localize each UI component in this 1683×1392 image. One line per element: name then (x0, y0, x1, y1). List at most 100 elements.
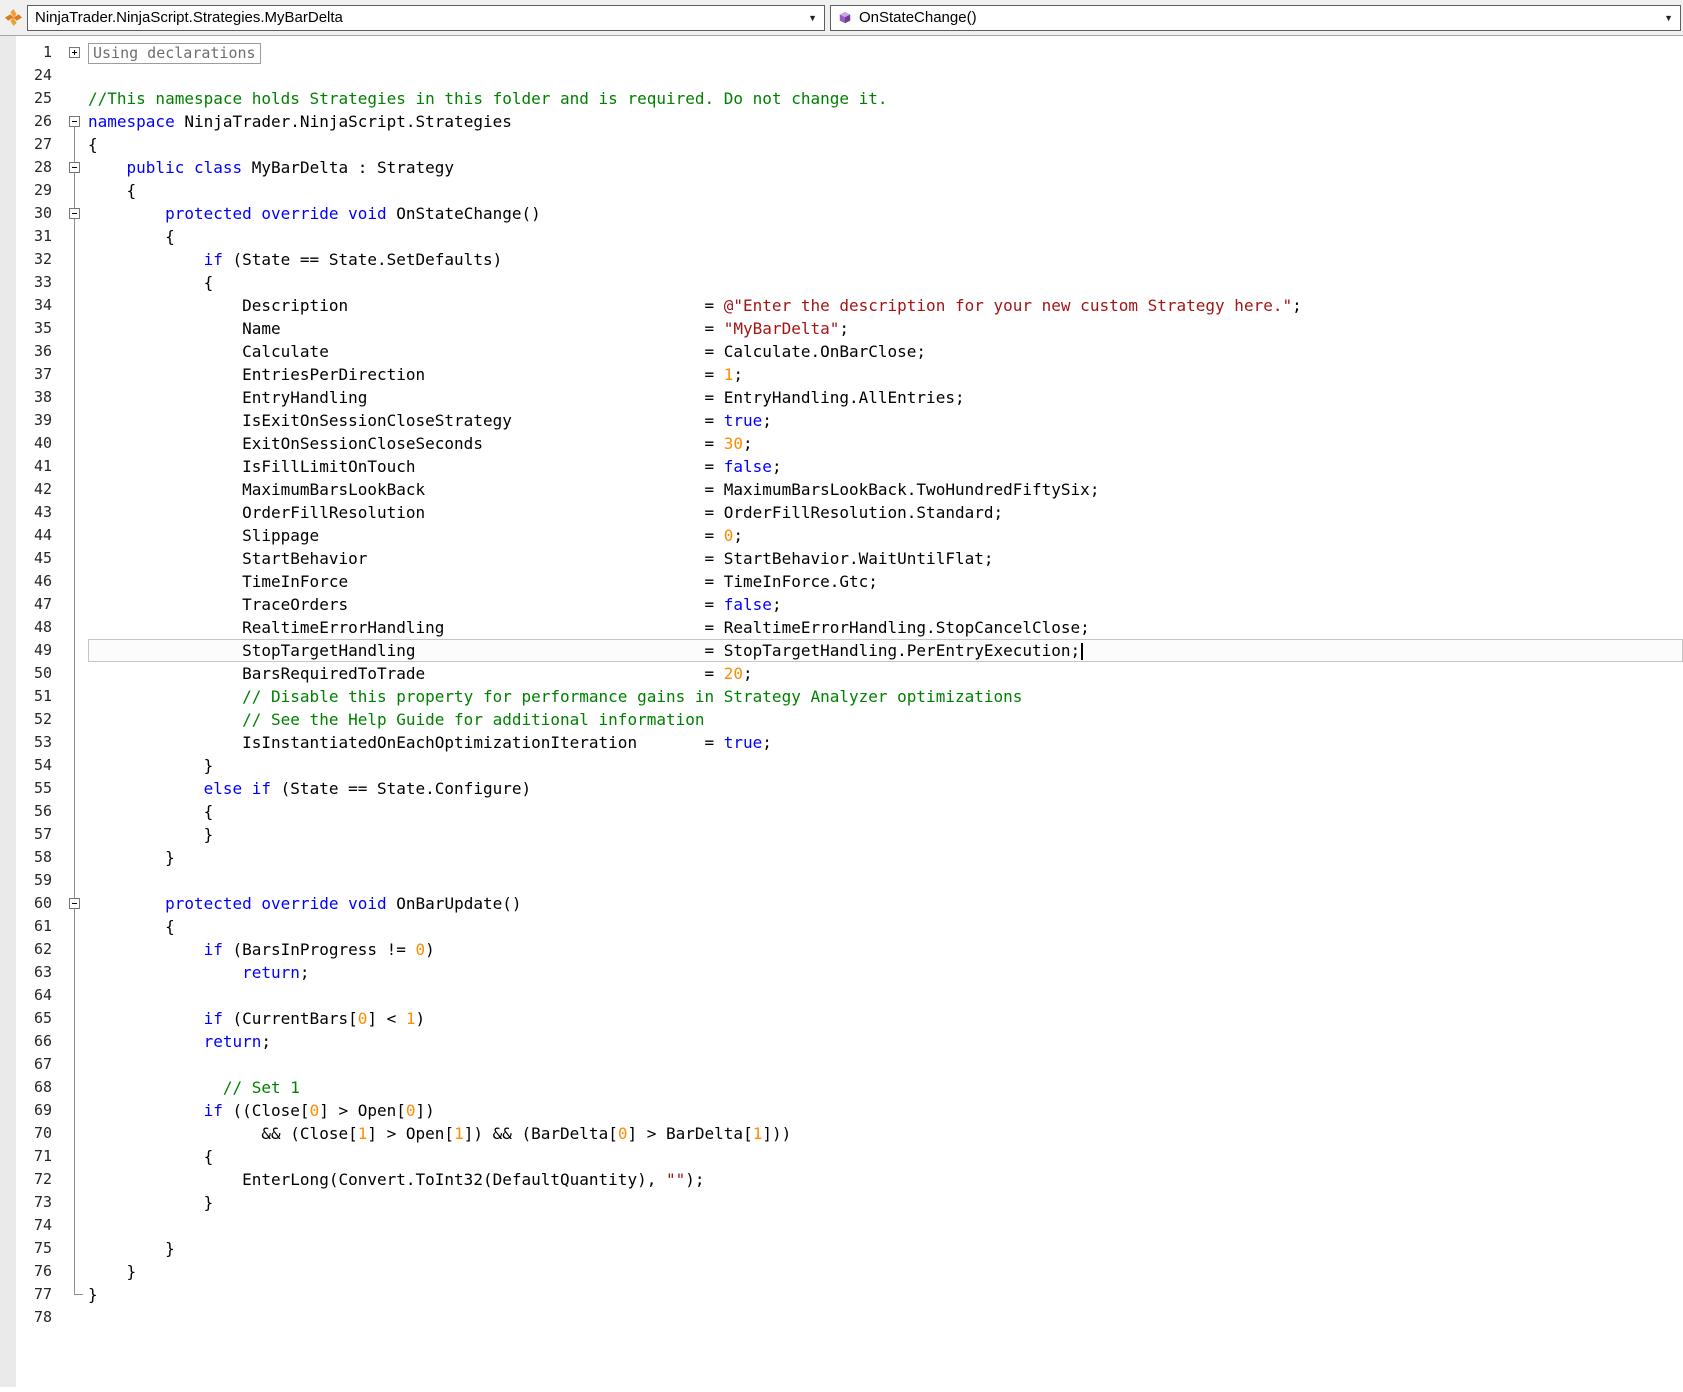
code-line[interactable]: 74 (0, 1214, 1683, 1237)
code-line[interactable]: 25 //This namespace holds Strategies in t… (0, 87, 1683, 110)
fold-margin (62, 892, 88, 915)
code-line[interactable]: 73 } (0, 1191, 1683, 1214)
code-line[interactable]: 77} (0, 1283, 1683, 1306)
member-dropdown-value: OnStateChange() (859, 9, 977, 26)
type-dropdown[interactable]: NinjaTrader.NinjaScript.Strategies.MyBar… (27, 4, 825, 31)
line-number: 46 (33, 572, 52, 590)
code-line[interactable]: 50 BarsRequiredToTrade = 20; (0, 662, 1683, 685)
code-line[interactable]: 71 { (0, 1145, 1683, 1168)
code-text: TraceOrders = false; (88, 595, 782, 614)
code-line[interactable]: 35 Name = "MyBarDelta"; (0, 317, 1683, 340)
code-line[interactable]: 31 { (0, 225, 1683, 248)
code-line[interactable]: 54 } (0, 754, 1683, 777)
collapsed-region[interactable]: Using declarations (88, 43, 261, 64)
line-number: 24 (33, 66, 52, 84)
code-text: Slippage = 0; (88, 526, 744, 545)
code-line[interactable]: 69 if ((Close[0] > Open[0]) (0, 1099, 1683, 1122)
code-line[interactable]: 42 MaximumBarsLookBack = MaximumBarsLook… (0, 478, 1683, 501)
code-line[interactable]: 57 } (0, 823, 1683, 846)
code-line[interactable]: 47 TraceOrders = false; (0, 593, 1683, 616)
code-text: { (165, 227, 175, 246)
code-line[interactable]: 76 } (0, 1260, 1683, 1283)
code-line[interactable]: 56 { (0, 800, 1683, 823)
code-line[interactable]: 28 public class MyBarDelta : Strategy (0, 156, 1683, 179)
code-line[interactable]: 43 OrderFillResolution = OrderFillResolu… (0, 501, 1683, 524)
code-text: Calculate = Calculate.OnBarClose; (88, 342, 927, 361)
code-line[interactable]: 30 protected override void OnStateChange… (0, 202, 1683, 225)
code-line[interactable]: 58 } (0, 846, 1683, 869)
code-line[interactable]: 48 RealtimeErrorHandling = RealtimeError… (0, 616, 1683, 639)
fold-margin (62, 386, 88, 409)
code-line[interactable]: 34 Description = @"Enter the description… (0, 294, 1683, 317)
code-line[interactable]: 55 else if (State == State.Configure) (0, 777, 1683, 800)
code-text: if (State == State.SetDefaults) (203, 250, 503, 269)
code-line[interactable]: 52 // See the Help Guide for additional … (0, 708, 1683, 731)
line-number: 76 (33, 1262, 52, 1280)
code-line[interactable]: 60 protected override void OnBarUpdate() (0, 892, 1683, 915)
code-text: EnterLong(Convert.ToInt32(DefaultQuantit… (242, 1170, 705, 1189)
code-editor[interactable]: 1 Using declarations 24 25 //This namespace … (0, 36, 1683, 1387)
code-line[interactable]: 68 // Set 1 (0, 1076, 1683, 1099)
chevron-down-icon[interactable]: ▼ (1664, 13, 1673, 23)
member-dropdown[interactable]: OnStateChange() ▼ (830, 4, 1681, 31)
code-line[interactable]: 75 } (0, 1237, 1683, 1260)
fold-collapse-button[interactable] (69, 208, 80, 219)
fold-expand-button[interactable] (69, 47, 80, 58)
code-text: TimeInForce = TimeInForce.Gtc; (88, 572, 878, 591)
line-number: 52 (33, 710, 52, 728)
code-line[interactable]: 51 // Disable this property for performa… (0, 685, 1683, 708)
code-line[interactable]: 38 EntryHandling = EntryHandling.AllEntr… (0, 386, 1683, 409)
line-number: 63 (33, 963, 52, 981)
fold-margin (62, 432, 88, 455)
code-line[interactable]: 36 Calculate = Calculate.OnBarClose; (0, 340, 1683, 363)
line-number: 57 (33, 825, 52, 843)
code-line[interactable]: 45 StartBehavior = StartBehavior.WaitUnt… (0, 547, 1683, 570)
fold-margin (62, 731, 88, 754)
code-line[interactable]: 26 namespace NinjaTrader.NinjaScript.Stra… (0, 110, 1683, 133)
fold-margin (62, 248, 88, 271)
fold-margin (62, 202, 88, 225)
chevron-down-icon[interactable]: ▼ (808, 13, 817, 23)
code-line[interactable]: 62 if (BarsInProgress != 0) (0, 938, 1683, 961)
code-text: RealtimeErrorHandling = RealtimeErrorHan… (88, 618, 1090, 637)
code-line[interactable]: 72 EnterLong(Convert.ToInt32(DefaultQuan… (0, 1168, 1683, 1191)
line-number: 40 (33, 434, 52, 452)
code-line[interactable]: 66 return; (0, 1030, 1683, 1053)
code-line[interactable]: 24 (0, 64, 1683, 87)
fold-margin (62, 570, 88, 593)
line-number: 29 (33, 181, 52, 199)
code-line[interactable]: 44 Slippage = 0; (0, 524, 1683, 547)
code-line[interactable]: 63 return; (0, 961, 1683, 984)
line-number: 58 (33, 848, 52, 866)
fold-margin (62, 547, 88, 570)
code-line[interactable]: 39 IsExitOnSessionCloseStrategy = true; (0, 409, 1683, 432)
code-line[interactable]: 78 (0, 1306, 1683, 1329)
code-line[interactable]: 46 TimeInForce = TimeInForce.Gtc; (0, 570, 1683, 593)
code-text: } (165, 1239, 175, 1258)
line-number: 43 (33, 503, 52, 521)
fold-collapse-button[interactable] (69, 162, 80, 173)
code-line[interactable]: 41 IsFillLimitOnTouch = false; (0, 455, 1683, 478)
code-line[interactable]: 70 && (Close[1] > Open[1]) && (BarDelta[… (0, 1122, 1683, 1145)
code-line[interactable]: 29 { (0, 179, 1683, 202)
fold-margin (62, 1076, 88, 1099)
code-line[interactable]: 49 StopTargetHandling = StopTargetHandli… (0, 639, 1683, 662)
code-line[interactable]: 59 (0, 869, 1683, 892)
code-line[interactable]: 1 Using declarations (0, 41, 1683, 64)
code-line[interactable]: 37 EntriesPerDirection = 1; (0, 363, 1683, 386)
fold-collapse-button[interactable] (69, 898, 80, 909)
fold-collapse-button[interactable] (69, 116, 80, 127)
code-line[interactable]: 65 if (CurrentBars[0] < 1) (0, 1007, 1683, 1030)
code-line[interactable]: 33 { (0, 271, 1683, 294)
code-text: Name = "MyBarDelta"; (88, 319, 849, 338)
fold-margin (62, 961, 88, 984)
code-line[interactable]: 61 { (0, 915, 1683, 938)
code-line[interactable]: 64 (0, 984, 1683, 1007)
code-line[interactable]: 40 ExitOnSessionCloseSeconds = 30; (0, 432, 1683, 455)
code-line[interactable]: 27 { (0, 133, 1683, 156)
code-line[interactable]: 67 (0, 1053, 1683, 1076)
line-number: 44 (33, 526, 52, 544)
code-line[interactable]: 53 IsInstantiatedOnEachOptimizationItera… (0, 731, 1683, 754)
code-line[interactable]: 32 if (State == State.SetDefaults) (0, 248, 1683, 271)
